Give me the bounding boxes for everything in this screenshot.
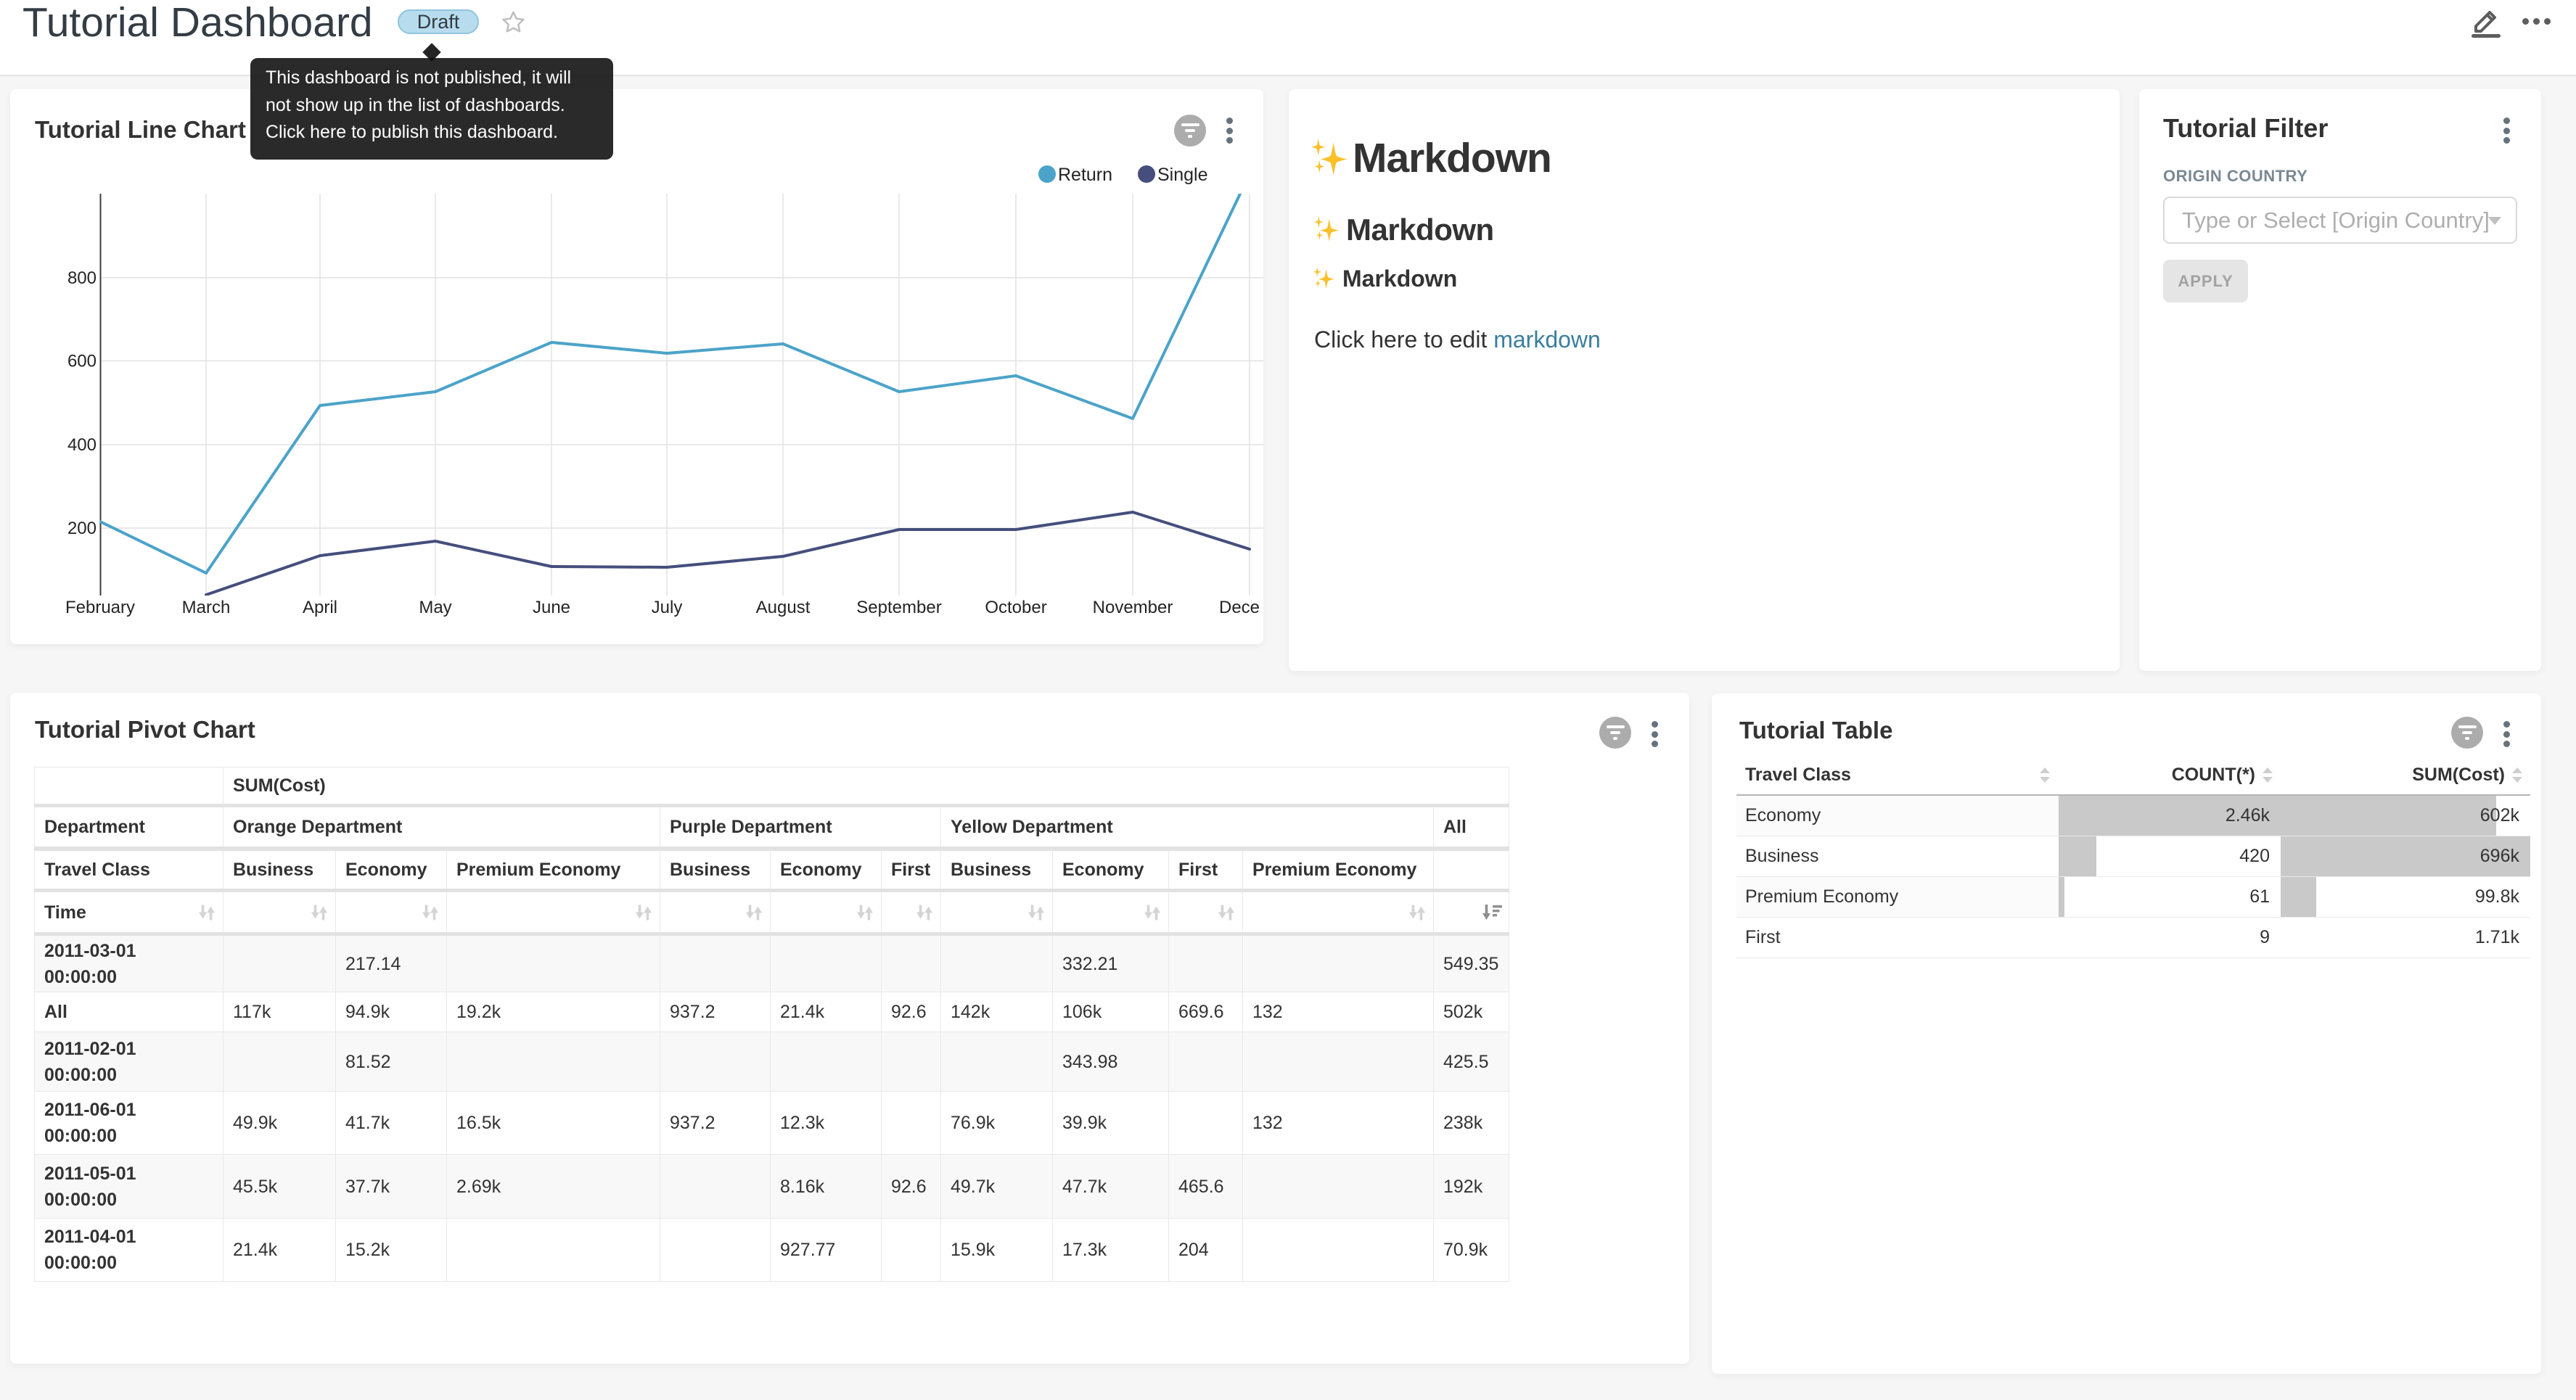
svg-text:Single: Single	[1157, 165, 1208, 185]
svg-text:November: November	[1093, 598, 1173, 617]
svg-text:800: 800	[67, 268, 97, 288]
svg-text:April: April	[303, 598, 337, 617]
svg-text:March: March	[182, 598, 231, 617]
svg-text:July: July	[652, 598, 683, 617]
svg-text:Return: Return	[1058, 165, 1112, 185]
svg-text:August: August	[756, 598, 811, 617]
svg-text:June: June	[533, 598, 570, 617]
svg-text:400: 400	[67, 435, 97, 455]
svg-text:May: May	[419, 598, 451, 617]
svg-text:October: October	[985, 598, 1046, 617]
svg-text:September: September	[856, 598, 941, 617]
svg-text:Dece: Dece	[1219, 598, 1260, 617]
svg-text:200: 200	[67, 519, 97, 538]
svg-text:February: February	[65, 598, 135, 617]
svg-text:600: 600	[67, 352, 97, 371]
